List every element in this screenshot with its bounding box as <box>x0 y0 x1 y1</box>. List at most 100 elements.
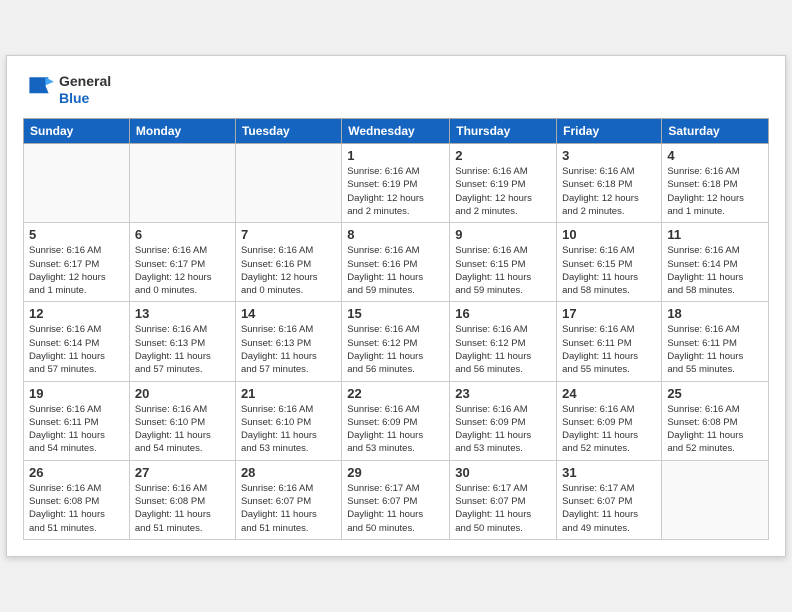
day-cell-9: 9 Sunrise: 6:16 AM Sunset: 6:15 PM Daylig… <box>450 223 557 302</box>
day-cell-14: 14 Sunrise: 6:16 AM Sunset: 6:13 PM Dayli… <box>235 302 341 381</box>
day-number-9: 9 <box>455 227 551 242</box>
day-number-2: 2 <box>455 148 551 163</box>
week-row-4: 19Sunrise: 6:16 AM Sunset: 6:11 PM Dayli… <box>24 381 769 460</box>
day-number-13: 13 <box>135 306 230 321</box>
day-info-5: Sunrise: 6:16 AM Sunset: 6:17 PM Dayligh… <box>29 244 124 297</box>
day-info-10: Sunrise: 6:16 AM Sunset: 6:15 PM Dayligh… <box>562 244 656 297</box>
day-cell-6: 6 Sunrise: 6:16 AM Sunset: 6:17 PM Daylig… <box>129 223 235 302</box>
day-number-19: 19 <box>29 386 124 401</box>
day-info-23: Sunrise: 6:16 AM Sunset: 6:09 PM Dayligh… <box>455 403 551 456</box>
day-info-18: Sunrise: 6:16 AM Sunset: 6:11 PM Dayligh… <box>667 323 763 376</box>
day-cell-8: 8 Sunrise: 6:16 AM Sunset: 6:16 PM Daylig… <box>342 223 450 302</box>
day-number-29: 29 <box>347 465 444 480</box>
day-cell-21: 21 Sunrise: 6:16 AM Sunset: 6:10 PM Dayli… <box>235 381 341 460</box>
day-info-8: Sunrise: 6:16 AM Sunset: 6:16 PM Dayligh… <box>347 244 444 297</box>
day-cell-25: 25 Sunrise: 6:16 AM Sunset: 6:08 PM Dayli… <box>662 381 769 460</box>
day-number-18: 18 <box>667 306 763 321</box>
day-number-25: 25 <box>667 386 763 401</box>
weekday-header-thursday: Thursday <box>450 119 557 144</box>
day-number-26: 26 <box>29 465 124 480</box>
weekday-header-saturday: Saturday <box>662 119 769 144</box>
day-cell-19: 19Sunrise: 6:16 AM Sunset: 6:11 PM Dayli… <box>24 381 130 460</box>
weekday-header-sunday: Sunday <box>24 119 130 144</box>
day-cell-17: 17 Sunrise: 6:16 AM Sunset: 6:11 PM Dayli… <box>557 302 662 381</box>
day-info-6: Sunrise: 6:16 AM Sunset: 6:17 PM Dayligh… <box>135 244 230 297</box>
day-info-12: Sunrise: 6:16 AM Sunset: 6:14 PM Dayligh… <box>29 323 124 376</box>
day-cell-16: 16 Sunrise: 6:16 AM Sunset: 6:12 PM Dayli… <box>450 302 557 381</box>
day-cell-27: 27 Sunrise: 6:16 AM Sunset: 6:08 PM Dayli… <box>129 460 235 539</box>
day-cell-1: 1 Sunrise: 6:16 AM Sunset: 6:19 PM Daylig… <box>342 144 450 223</box>
day-cell-11: 11 Sunrise: 6:16 AM Sunset: 6:14 PM Dayli… <box>662 223 769 302</box>
day-number-8: 8 <box>347 227 444 242</box>
header: GeneralBlue <box>23 72 769 108</box>
logo: GeneralBlue <box>23 72 111 108</box>
day-cell-28: 28Sunrise: 6:16 AM Sunset: 6:07 PM Dayli… <box>235 460 341 539</box>
day-cell-30: 30 Sunrise: 6:17 AM Sunset: 6:07 PM Dayli… <box>450 460 557 539</box>
week-row-5: 26 Sunrise: 6:16 AM Sunset: 6:08 PM Dayli… <box>24 460 769 539</box>
day-info-9: Sunrise: 6:16 AM Sunset: 6:15 PM Dayligh… <box>455 244 551 297</box>
day-number-30: 30 <box>455 465 551 480</box>
day-cell-22: 22 Sunrise: 6:16 AM Sunset: 6:09 PM Dayli… <box>342 381 450 460</box>
day-info-4: Sunrise: 6:16 AM Sunset: 6:18 PM Dayligh… <box>667 165 763 218</box>
day-cell-12: 12Sunrise: 6:16 AM Sunset: 6:14 PM Dayli… <box>24 302 130 381</box>
day-cell-4: 4 Sunrise: 6:16 AM Sunset: 6:18 PM Daylig… <box>662 144 769 223</box>
day-cell-31: 31 Sunrise: 6:17 AM Sunset: 6:07 PM Dayli… <box>557 460 662 539</box>
day-info-11: Sunrise: 6:16 AM Sunset: 6:14 PM Dayligh… <box>667 244 763 297</box>
empty-cell <box>129 144 235 223</box>
day-cell-10: 10Sunrise: 6:16 AM Sunset: 6:15 PM Dayli… <box>557 223 662 302</box>
week-row-1: 1 Sunrise: 6:16 AM Sunset: 6:19 PM Daylig… <box>24 144 769 223</box>
day-number-20: 20 <box>135 386 230 401</box>
day-info-25: Sunrise: 6:16 AM Sunset: 6:08 PM Dayligh… <box>667 403 763 456</box>
day-cell-13: 13 Sunrise: 6:16 AM Sunset: 6:13 PM Dayli… <box>129 302 235 381</box>
day-info-17: Sunrise: 6:16 AM Sunset: 6:11 PM Dayligh… <box>562 323 656 376</box>
general-blue-logo-icon <box>23 72 55 108</box>
day-number-17: 17 <box>562 306 656 321</box>
day-info-22: Sunrise: 6:16 AM Sunset: 6:09 PM Dayligh… <box>347 403 444 456</box>
day-number-16: 16 <box>455 306 551 321</box>
weekday-header-row: SundayMondayTuesdayWednesdayThursdayFrid… <box>24 119 769 144</box>
calendar-container: GeneralBlue SundayMondayTuesdayWednesday… <box>6 55 786 557</box>
day-number-5: 5 <box>29 227 124 242</box>
day-number-14: 14 <box>241 306 336 321</box>
day-cell-26: 26 Sunrise: 6:16 AM Sunset: 6:08 PM Dayli… <box>24 460 130 539</box>
day-info-1: Sunrise: 6:16 AM Sunset: 6:19 PM Dayligh… <box>347 165 444 218</box>
week-row-2: 5 Sunrise: 6:16 AM Sunset: 6:17 PM Daylig… <box>24 223 769 302</box>
day-number-11: 11 <box>667 227 763 242</box>
day-number-24: 24 <box>562 386 656 401</box>
day-info-15: Sunrise: 6:16 AM Sunset: 6:12 PM Dayligh… <box>347 323 444 376</box>
day-info-2: Sunrise: 6:16 AM Sunset: 6:19 PM Dayligh… <box>455 165 551 218</box>
day-cell-18: 18 Sunrise: 6:16 AM Sunset: 6:11 PM Dayli… <box>662 302 769 381</box>
day-number-27: 27 <box>135 465 230 480</box>
day-info-30: Sunrise: 6:17 AM Sunset: 6:07 PM Dayligh… <box>455 482 551 535</box>
day-number-7: 7 <box>241 227 336 242</box>
day-number-4: 4 <box>667 148 763 163</box>
day-info-13: Sunrise: 6:16 AM Sunset: 6:13 PM Dayligh… <box>135 323 230 376</box>
day-number-22: 22 <box>347 386 444 401</box>
weekday-header-wednesday: Wednesday <box>342 119 450 144</box>
day-cell-24: 24 Sunrise: 6:16 AM Sunset: 6:09 PM Dayli… <box>557 381 662 460</box>
day-cell-5: 5 Sunrise: 6:16 AM Sunset: 6:17 PM Daylig… <box>24 223 130 302</box>
day-info-26: Sunrise: 6:16 AM Sunset: 6:08 PM Dayligh… <box>29 482 124 535</box>
empty-cell <box>235 144 341 223</box>
day-number-15: 15 <box>347 306 444 321</box>
day-info-16: Sunrise: 6:16 AM Sunset: 6:12 PM Dayligh… <box>455 323 551 376</box>
empty-cell <box>662 460 769 539</box>
day-cell-2: 2 Sunrise: 6:16 AM Sunset: 6:19 PM Daylig… <box>450 144 557 223</box>
weekday-header-friday: Friday <box>557 119 662 144</box>
day-info-31: Sunrise: 6:17 AM Sunset: 6:07 PM Dayligh… <box>562 482 656 535</box>
day-cell-23: 23 Sunrise: 6:16 AM Sunset: 6:09 PM Dayli… <box>450 381 557 460</box>
day-info-21: Sunrise: 6:16 AM Sunset: 6:10 PM Dayligh… <box>241 403 336 456</box>
day-number-31: 31 <box>562 465 656 480</box>
day-cell-7: 7Sunrise: 6:16 AM Sunset: 6:16 PM Daylig… <box>235 223 341 302</box>
day-cell-3: 3Sunrise: 6:16 AM Sunset: 6:18 PM Daylig… <box>557 144 662 223</box>
day-number-21: 21 <box>241 386 336 401</box>
day-number-1: 1 <box>347 148 444 163</box>
weekday-header-monday: Monday <box>129 119 235 144</box>
day-number-6: 6 <box>135 227 230 242</box>
day-cell-15: 15 Sunrise: 6:16 AM Sunset: 6:12 PM Dayli… <box>342 302 450 381</box>
day-info-27: Sunrise: 6:16 AM Sunset: 6:08 PM Dayligh… <box>135 482 230 535</box>
logo-text: GeneralBlue <box>59 73 111 107</box>
day-info-24: Sunrise: 6:16 AM Sunset: 6:09 PM Dayligh… <box>562 403 656 456</box>
day-number-23: 23 <box>455 386 551 401</box>
day-info-14: Sunrise: 6:16 AM Sunset: 6:13 PM Dayligh… <box>241 323 336 376</box>
